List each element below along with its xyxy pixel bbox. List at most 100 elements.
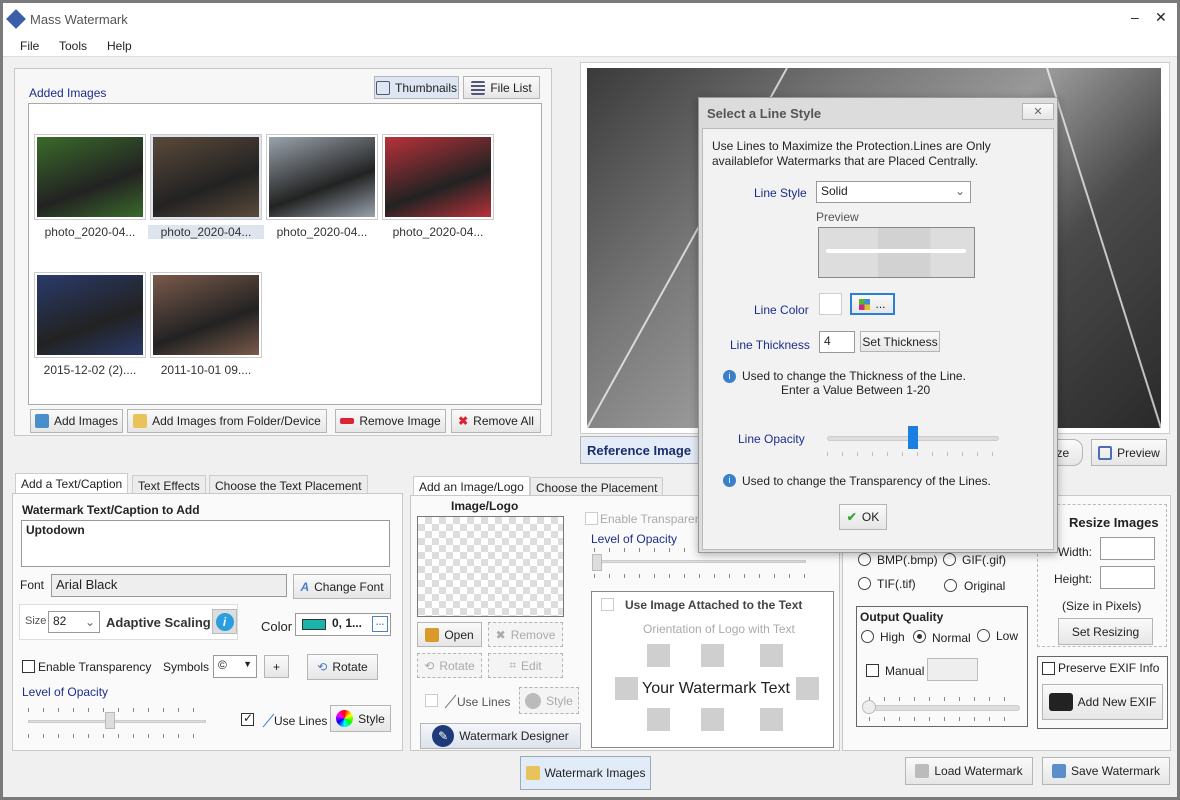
manual-quality-input[interactable] bbox=[927, 658, 978, 681]
opacity-slider[interactable] bbox=[28, 720, 206, 723]
list-icon bbox=[471, 80, 486, 95]
line-thickness-input[interactable]: 4 bbox=[819, 331, 855, 353]
remove-logo-button[interactable]: ✖ Remove bbox=[488, 622, 563, 647]
manual-checkbox[interactable] bbox=[866, 664, 879, 677]
minimize-button[interactable]: – bbox=[1131, 9, 1139, 25]
line-color-picker-button[interactable]: ... bbox=[850, 293, 895, 315]
size-select[interactable]: 82 ⌄ bbox=[48, 611, 100, 633]
adaptive-info-button[interactable]: i bbox=[212, 609, 237, 634]
format-original-label: Original bbox=[964, 579, 1006, 593]
rotate-logo-button[interactable]: ⟲ Rotate bbox=[417, 653, 482, 678]
quality-normal-label: Normal bbox=[932, 631, 971, 645]
image-thumbnail[interactable] bbox=[34, 134, 146, 220]
quality-high-radio[interactable] bbox=[861, 630, 874, 643]
save-icon bbox=[1052, 764, 1067, 778]
tab-add-logo[interactable]: Add an Image/Logo bbox=[413, 476, 530, 497]
add-from-folder-button[interactable]: Add Images from Folder/Device bbox=[127, 409, 327, 433]
watermark-designer-button[interactable]: ✎ Watermark Designer bbox=[420, 723, 581, 749]
close-button[interactable]: ✕ bbox=[1155, 9, 1167, 26]
quality-low-radio[interactable] bbox=[977, 629, 990, 642]
image-thumbnail[interactable] bbox=[266, 134, 378, 220]
edit-logo-button[interactable]: ⌗ Edit bbox=[488, 653, 563, 678]
orientation-bottom[interactable] bbox=[701, 708, 724, 731]
quality-normal-radio[interactable] bbox=[913, 630, 926, 643]
preview-button[interactable]: Preview bbox=[1091, 439, 1167, 466]
orientation-right[interactable] bbox=[796, 677, 819, 700]
thumbnail-caption: photo_2020-04... bbox=[148, 225, 264, 239]
rotate-button[interactable]: ⟲ Rotate bbox=[307, 654, 378, 680]
orientation-bottom-left[interactable] bbox=[647, 708, 670, 731]
add-symbol-button[interactable]: + bbox=[264, 655, 289, 678]
window-title: Mass Watermark bbox=[30, 12, 128, 27]
menu-tools[interactable]: Tools bbox=[59, 39, 87, 53]
image-list[interactable]: photo_2020-04... photo_2020-04... photo_20… bbox=[28, 103, 542, 405]
save-watermark-button[interactable]: Save Watermark bbox=[1042, 757, 1170, 785]
width-input[interactable] bbox=[1100, 537, 1155, 560]
font-label: Font bbox=[20, 578, 45, 592]
load-watermark-button[interactable]: Load Watermark bbox=[905, 757, 1033, 785]
set-resizing-button[interactable]: Set Resizing bbox=[1058, 618, 1153, 645]
orientation-top[interactable] bbox=[701, 644, 724, 667]
remove-image-button[interactable]: Remove Image bbox=[335, 409, 446, 433]
quality-slider-thumb[interactable] bbox=[862, 700, 876, 714]
logo-opacity-thumb[interactable] bbox=[592, 554, 602, 571]
image-thumbnail[interactable] bbox=[382, 134, 494, 220]
line-style-select[interactable]: Solid ⌄ bbox=[816, 181, 971, 203]
image-thumbnail[interactable] bbox=[34, 272, 146, 358]
ok-button[interactable]: ✔ OK bbox=[839, 504, 887, 530]
rotate-icon: ⟲ bbox=[424, 658, 435, 673]
enable-transparency-checkbox[interactable] bbox=[22, 660, 35, 673]
set-thickness-button[interactable]: Set Thickness bbox=[860, 331, 940, 352]
thumbnails-view-button[interactable]: Thumbnails bbox=[374, 76, 459, 99]
symbol-value: © bbox=[218, 658, 227, 672]
line-style-label: Line Style bbox=[754, 186, 807, 200]
color-value: 0, 1... bbox=[332, 616, 363, 630]
preserve-exif-checkbox[interactable] bbox=[1042, 662, 1055, 675]
image-thumbnail[interactable] bbox=[150, 272, 262, 358]
line-style-button[interactable]: Style bbox=[330, 705, 391, 732]
image-thumbnail[interactable] bbox=[150, 134, 262, 220]
dialog-close-button[interactable]: ✕ bbox=[1022, 103, 1054, 120]
add-exif-button[interactable]: Add New EXIF bbox=[1042, 684, 1163, 720]
format-tif-radio[interactable] bbox=[858, 577, 871, 590]
menu-help[interactable]: Help bbox=[107, 39, 132, 53]
save-watermark-label: Save Watermark bbox=[1071, 764, 1160, 778]
logo-opacity-slider[interactable] bbox=[594, 560, 806, 563]
open-logo-button[interactable]: Open bbox=[417, 622, 482, 647]
height-input[interactable] bbox=[1100, 566, 1155, 589]
symbols-select[interactable]: © ▼ bbox=[213, 655, 257, 678]
color-field[interactable]: 0, 1... … bbox=[295, 613, 391, 636]
file-list-view-button[interactable]: File List bbox=[463, 76, 540, 99]
format-bmp-radio[interactable] bbox=[858, 553, 871, 566]
orientation-top-left[interactable] bbox=[647, 644, 670, 667]
app-icon bbox=[6, 9, 26, 29]
preview-label: Preview bbox=[1117, 445, 1160, 460]
menu-file[interactable]: File bbox=[20, 39, 39, 53]
caption-textarea[interactable]: Uptodown bbox=[21, 520, 390, 567]
font-field[interactable]: Arial Black bbox=[51, 574, 287, 597]
tab-add-text[interactable]: Add a Text/Caption bbox=[15, 473, 129, 494]
title-bar: Mass Watermark – ✕ bbox=[3, 3, 1177, 35]
orientation-top-right[interactable] bbox=[760, 644, 783, 667]
adaptive-scaling-label: Adaptive Scaling bbox=[106, 615, 211, 630]
add-images-button[interactable]: Add Images bbox=[30, 409, 123, 433]
use-lines-checkbox[interactable]: ✓ bbox=[241, 711, 254, 726]
logo-transparency-checkbox[interactable] bbox=[585, 512, 598, 525]
opacity-slider-thumb[interactable] bbox=[104, 712, 115, 729]
watermark-images-button[interactable]: Watermark Images bbox=[520, 756, 651, 790]
orientation-left[interactable] bbox=[615, 677, 638, 700]
preserve-exif-label: Preserve EXIF Info bbox=[1058, 661, 1160, 675]
logo-style-button[interactable]: Style bbox=[519, 687, 579, 714]
quality-slider[interactable] bbox=[865, 705, 1020, 711]
format-gif-radio[interactable] bbox=[943, 553, 956, 566]
reference-image-button[interactable]: Reference Image bbox=[580, 436, 700, 464]
logo-use-lines-checkbox[interactable] bbox=[425, 694, 438, 707]
added-images-title: Added Images bbox=[29, 86, 107, 100]
change-font-button[interactable]: A Change Font bbox=[293, 574, 391, 599]
format-original-radio[interactable] bbox=[944, 579, 957, 592]
orientation-bottom-right[interactable] bbox=[760, 708, 783, 731]
color-picker-button[interactable]: … bbox=[372, 616, 388, 632]
attach-checkbox[interactable] bbox=[601, 598, 614, 611]
remove-all-button[interactable]: ✖ Remove All bbox=[451, 409, 541, 433]
line-opacity-thumb[interactable] bbox=[908, 426, 918, 449]
